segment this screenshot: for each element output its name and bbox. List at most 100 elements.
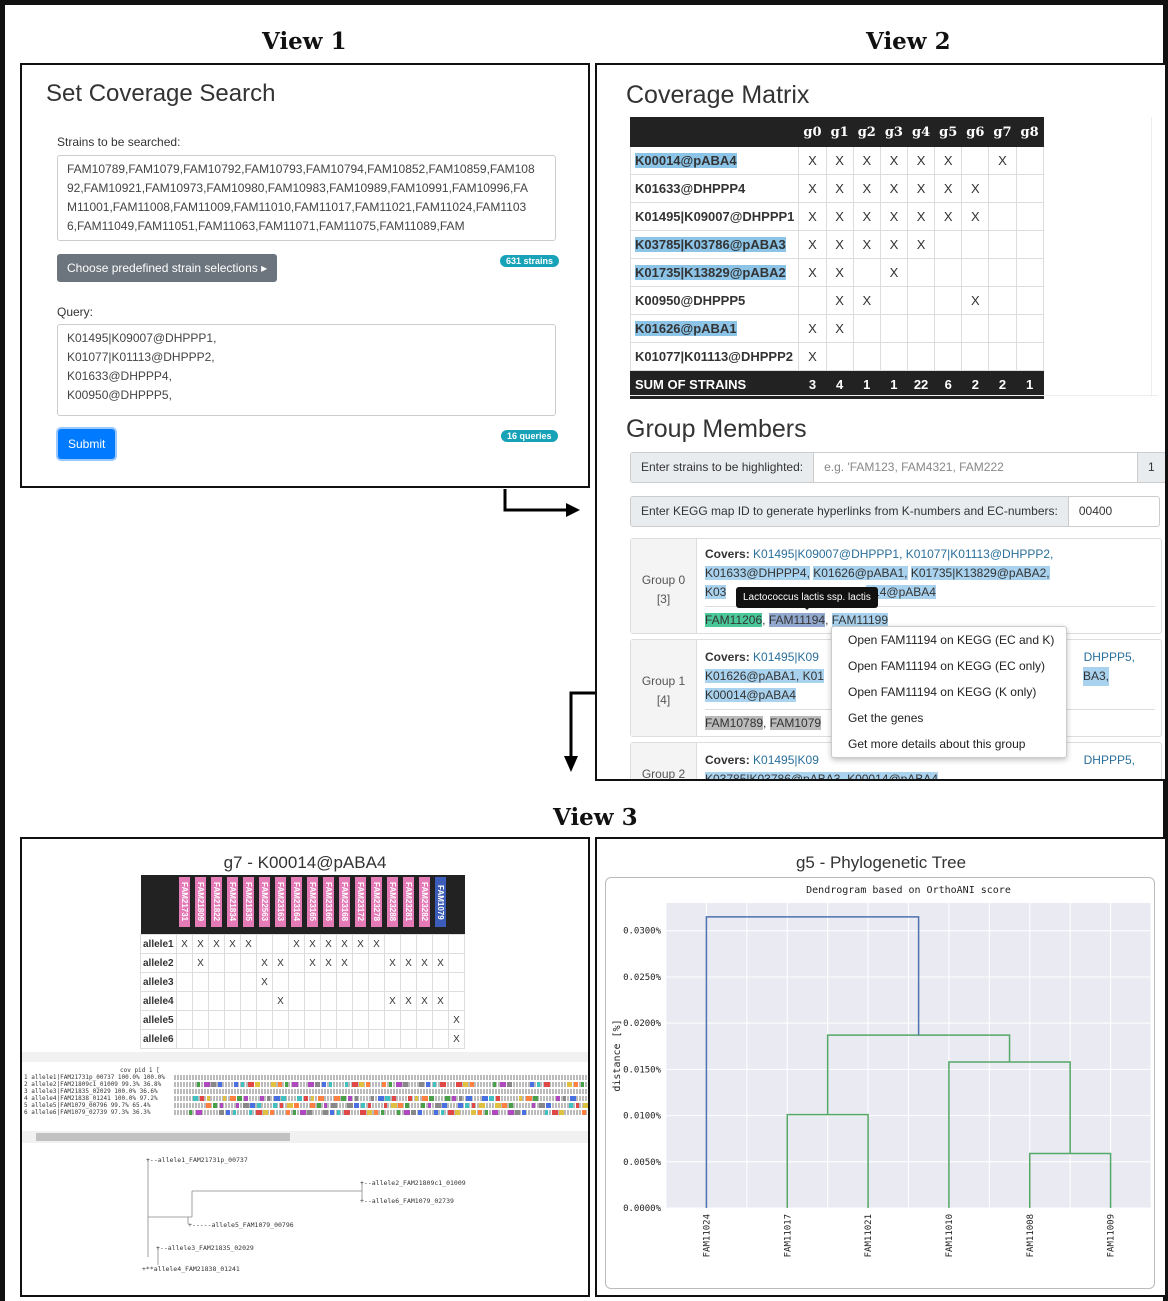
msa-sequence	[174, 1089, 588, 1094]
allele-cell	[192, 991, 209, 1011]
allele-cell	[304, 972, 321, 992]
matrix-header: g2	[852, 117, 881, 147]
allele-cell	[352, 991, 369, 1011]
matrix-row-label[interactable]: K01626@pABA1	[635, 321, 737, 336]
allele-cell	[224, 953, 241, 973]
covers-label: Covers:	[705, 650, 750, 664]
matrix-cell: X	[798, 342, 827, 371]
msa-residue-block	[378, 1096, 384, 1101]
msa-residue-block	[359, 1082, 364, 1087]
msa-residue-block	[317, 1103, 321, 1108]
matrix-horizontal-scrollbar[interactable]	[630, 395, 1158, 405]
allele-cell	[304, 991, 321, 1011]
msa-scrollbar[interactable]	[22, 1131, 588, 1143]
member-strain[interactable]: FAM11199	[831, 613, 889, 627]
covers-list[interactable]: DHPPP5,	[1084, 648, 1135, 667]
allele-cell	[352, 972, 369, 992]
highlight-input[interactable]: e.g. 'FAM123, FAM4321, FAM222	[814, 453, 1137, 482]
matrix-row-label[interactable]: K00950@DHPPP5	[635, 293, 745, 308]
msa-residue-block	[500, 1082, 506, 1087]
msa-residue-block	[537, 1082, 540, 1087]
matrix-cell	[934, 230, 963, 259]
strain-header-label: FAM21834	[227, 877, 238, 927]
matrix-vertical-scrollbar[interactable]	[1151, 117, 1161, 397]
member-strain[interactable]: FAM1079	[769, 716, 822, 730]
msa-residue-block	[455, 1110, 460, 1115]
msa-residue-block	[307, 1110, 312, 1115]
matrix-cell	[1015, 174, 1044, 203]
matrix-row-label[interactable]: K01735|K13829@pABA2	[635, 265, 786, 280]
matrix-row-label[interactable]: K01633@DHPPP4	[635, 181, 745, 196]
member-strain[interactable]: FAM11194	[768, 613, 826, 627]
menu-item-kegg-ec-k[interactable]: Open FAM11194 on KEGG (EC and K)	[832, 627, 1066, 653]
group-card[interactable]: Group 0 [3] Covers: K01495|K09007@DHPPP1…	[630, 538, 1162, 634]
covers-item[interactable]: K01735|K13829@pABA2,	[910, 566, 1050, 580]
matrix-cell: X	[825, 314, 854, 343]
msa-residue-block	[200, 1096, 204, 1101]
allele-cell: X	[288, 934, 305, 954]
strain-context-menu: Open FAM11194 on KEGG (EC and K) Open FA…	[831, 626, 1067, 758]
msa-residue-block	[435, 1103, 441, 1108]
msa-residue-block	[459, 1096, 462, 1101]
allele-cell	[240, 1010, 257, 1030]
member-strain[interactable]: FAM10789	[705, 716, 764, 730]
msa-residue-block	[280, 1103, 283, 1108]
allele-cell: X	[368, 934, 385, 954]
allele-cell: X	[416, 991, 433, 1011]
covers-item[interactable]: K01633@DHPPP4,	[705, 566, 810, 580]
strain-header-label: FAM21731	[179, 877, 190, 927]
y-axis-label: distance [%]	[612, 1019, 623, 1091]
allele-cell	[448, 991, 465, 1011]
matrix-cell	[906, 286, 936, 315]
covers-item[interactable]: BA3,	[1082, 667, 1109, 686]
allele-cell	[288, 991, 305, 1011]
covers-list[interactable]: K01495|K09	[753, 650, 819, 664]
allele-horizontal-scrollbar[interactable]	[22, 1052, 588, 1062]
allele-row: allele1 X X X X X X X X X X X	[140, 934, 465, 954]
matrix-row-label[interactable]: K00014@pABA4	[635, 153, 737, 168]
covers-item[interactable]: K01626@pABA1,	[813, 566, 908, 580]
covers-item[interactable]: K03785|K03786@pABA3, K00014@pABA4	[705, 772, 938, 779]
strain-header: FAM23281	[400, 875, 417, 935]
matrix-cell	[988, 314, 1017, 343]
msa-residue-block	[322, 1082, 326, 1087]
covers-list[interactable]: K01495|K09	[753, 753, 819, 767]
matrix-row-label[interactable]: K01495|K09007@DHPPP1	[635, 209, 794, 224]
covers-list[interactable]: K01495|K09007@DHPPP1, K01077|K01113@DHPP…	[753, 547, 1053, 561]
strain-header-label: FAM23163	[275, 877, 286, 927]
matrix-row-label[interactable]: K01077|K01113@DHPPP2	[635, 349, 793, 364]
allele-cell: X	[272, 953, 289, 973]
matrix-cell	[988, 174, 1017, 203]
msa-residue-block	[563, 1096, 566, 1101]
allele-cell: X	[416, 953, 433, 973]
menu-item-group-details[interactable]: Get more details about this group	[832, 731, 1066, 757]
covers-list[interactable]: DHPPP5,	[1084, 751, 1135, 770]
chart-title: Dendrogram based on OrthoANI score	[806, 885, 1011, 896]
covers-item[interactable]: K00014@pABA4	[705, 688, 796, 702]
menu-item-kegg-ec[interactable]: Open FAM11194 on KEGG (EC only)	[832, 653, 1066, 679]
x-leaf-label: FAM11021	[864, 1214, 874, 1257]
y-tick-label: 0.0000%	[623, 1204, 662, 1214]
tree-leaf: +**allele4_FAM21838_01241	[142, 1265, 240, 1273]
matrix-cell: X	[825, 174, 854, 203]
matrix-header: g3	[879, 117, 908, 147]
msa-residue-block	[426, 1082, 430, 1087]
msa-residue-block	[311, 1096, 314, 1101]
covers-item[interactable]: K01626@pABA1, K01	[705, 669, 824, 683]
menu-item-get-genes[interactable]: Get the genes	[832, 705, 1066, 731]
matrix-cell: X	[852, 174, 881, 203]
member-strain[interactable]: FAM11206	[705, 613, 763, 627]
matrix-row-label[interactable]: K03785|K03786@pABA3	[635, 237, 786, 252]
menu-item-kegg-k[interactable]: Open FAM11194 on KEGG (K only)	[832, 679, 1066, 705]
allele-cell	[352, 1029, 369, 1049]
strain-header: FAM21834	[224, 875, 241, 935]
strain-header-label: FAM1079	[435, 877, 446, 927]
matrix-header: g6	[961, 117, 990, 147]
msa-residue-block	[405, 1103, 409, 1108]
covers-item[interactable]: K03	[705, 585, 727, 599]
msa-residue-block	[574, 1082, 578, 1087]
msa-residue-block	[396, 1082, 402, 1087]
msa-residue-block	[250, 1103, 255, 1108]
kegg-input[interactable]: 00400	[1069, 497, 1122, 526]
matrix-cell	[879, 314, 908, 343]
